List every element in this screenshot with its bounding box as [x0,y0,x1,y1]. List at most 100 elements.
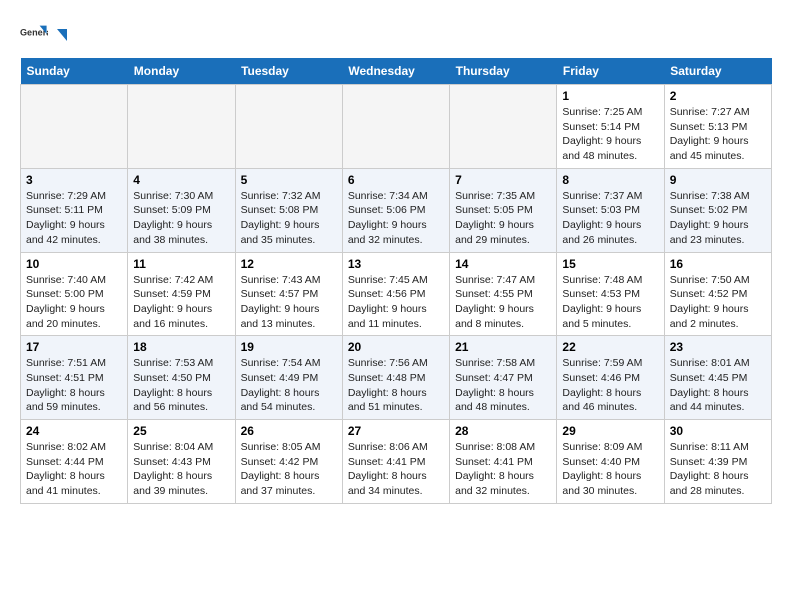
day-number: 6 [348,173,444,187]
header-cell-thursday: Thursday [450,58,557,85]
header-cell-monday: Monday [128,58,235,85]
day-cell: 30 Sunrise: 8:11 AMSunset: 4:39 PMDayligh… [664,420,771,504]
day-info: Sunrise: 8:06 AMSunset: 4:41 PMDaylight:… [348,440,444,499]
day-cell: 8 Sunrise: 7:37 AMSunset: 5:03 PMDaylight… [557,168,664,252]
day-number: 28 [455,424,551,438]
day-info: Sunrise: 7:51 AMSunset: 4:51 PMDaylight:… [26,356,122,415]
logo-arrow-icon [53,27,71,45]
day-number: 29 [562,424,658,438]
day-number: 2 [670,89,766,103]
day-number: 22 [562,340,658,354]
day-cell: 2 Sunrise: 7:27 AMSunset: 5:13 PMDaylight… [664,85,771,169]
day-number: 20 [348,340,444,354]
day-cell: 21 Sunrise: 7:58 AMSunset: 4:47 PMDayligh… [450,336,557,420]
day-cell: 6 Sunrise: 7:34 AMSunset: 5:06 PMDaylight… [342,168,449,252]
calendar-body: 1Sunrise: 7:25 AMSunset: 5:14 PMDaylight… [21,85,772,504]
day-cell: 14 Sunrise: 7:47 AMSunset: 4:55 PMDayligh… [450,252,557,336]
day-info: Sunrise: 7:27 AMSunset: 5:13 PMDaylight:… [670,105,766,164]
day-info: Sunrise: 7:34 AMSunset: 5:06 PMDaylight:… [348,189,444,248]
week-row-4: 17 Sunrise: 7:51 AMSunset: 4:51 PMDayligh… [21,336,772,420]
day-number: 26 [241,424,337,438]
day-number: 13 [348,257,444,271]
day-info: Sunrise: 7:47 AMSunset: 4:55 PMDaylight:… [455,273,551,332]
day-number: 1 [562,89,658,103]
day-cell: 27 Sunrise: 8:06 AMSunset: 4:41 PMDayligh… [342,420,449,504]
day-info: Sunrise: 7:30 AMSunset: 5:09 PMDaylight:… [133,189,229,248]
header: General [20,20,772,48]
day-number: 15 [562,257,658,271]
day-cell [128,85,235,169]
day-info: Sunrise: 7:54 AMSunset: 4:49 PMDaylight:… [241,356,337,415]
day-cell: 15 Sunrise: 7:48 AMSunset: 4:53 PMDayligh… [557,252,664,336]
day-info: Sunrise: 7:58 AMSunset: 4:47 PMDaylight:… [455,356,551,415]
day-number: 5 [241,173,337,187]
day-info: Sunrise: 7:42 AMSunset: 4:59 PMDaylight:… [133,273,229,332]
day-info: Sunrise: 8:01 AMSunset: 4:45 PMDaylight:… [670,356,766,415]
week-row-5: 24 Sunrise: 8:02 AMSunset: 4:44 PMDayligh… [21,420,772,504]
day-cell: 4 Sunrise: 7:30 AMSunset: 5:09 PMDaylight… [128,168,235,252]
day-number: 4 [133,173,229,187]
day-info: Sunrise: 8:02 AMSunset: 4:44 PMDaylight:… [26,440,122,499]
day-cell: 17 Sunrise: 7:51 AMSunset: 4:51 PMDayligh… [21,336,128,420]
day-info: Sunrise: 7:45 AMSunset: 4:56 PMDaylight:… [348,273,444,332]
header-cell-tuesday: Tuesday [235,58,342,85]
header-cell-wednesday: Wednesday [342,58,449,85]
week-row-2: 3 Sunrise: 7:29 AMSunset: 5:11 PMDaylight… [21,168,772,252]
day-number: 11 [133,257,229,271]
day-cell: 20 Sunrise: 7:56 AMSunset: 4:48 PMDayligh… [342,336,449,420]
day-info: Sunrise: 7:56 AMSunset: 4:48 PMDaylight:… [348,356,444,415]
day-number: 19 [241,340,337,354]
day-number: 24 [26,424,122,438]
day-info: Sunrise: 8:09 AMSunset: 4:40 PMDaylight:… [562,440,658,499]
day-cell: 13 Sunrise: 7:45 AMSunset: 4:56 PMDayligh… [342,252,449,336]
day-info: Sunrise: 8:04 AMSunset: 4:43 PMDaylight:… [133,440,229,499]
day-cell: 1Sunrise: 7:25 AMSunset: 5:14 PMDaylight… [557,85,664,169]
day-info: Sunrise: 8:08 AMSunset: 4:41 PMDaylight:… [455,440,551,499]
day-cell: 7 Sunrise: 7:35 AMSunset: 5:05 PMDaylight… [450,168,557,252]
day-cell: 5 Sunrise: 7:32 AMSunset: 5:08 PMDaylight… [235,168,342,252]
header-cell-saturday: Saturday [664,58,771,85]
logo-icon: General [20,20,48,48]
day-cell: 9 Sunrise: 7:38 AMSunset: 5:02 PMDaylight… [664,168,771,252]
calendar-header: SundayMondayTuesdayWednesdayThursdayFrid… [21,58,772,85]
header-row: SundayMondayTuesdayWednesdayThursdayFrid… [21,58,772,85]
day-info: Sunrise: 7:37 AMSunset: 5:03 PMDaylight:… [562,189,658,248]
day-number: 27 [348,424,444,438]
day-cell [21,85,128,169]
day-cell: 12Sunrise: 7:43 AMSunset: 4:57 PMDayligh… [235,252,342,336]
day-number: 10 [26,257,122,271]
day-cell: 10 Sunrise: 7:40 AMSunset: 5:00 PMDayligh… [21,252,128,336]
day-cell: 18Sunrise: 7:53 AMSunset: 4:50 PMDayligh… [128,336,235,420]
day-number: 16 [670,257,766,271]
day-info: Sunrise: 7:29 AMSunset: 5:11 PMDaylight:… [26,189,122,248]
calendar-table: SundayMondayTuesdayWednesdayThursdayFrid… [20,58,772,504]
day-info: Sunrise: 7:48 AMSunset: 4:53 PMDaylight:… [562,273,658,332]
day-number: 3 [26,173,122,187]
day-number: 17 [26,340,122,354]
day-info: Sunrise: 8:11 AMSunset: 4:39 PMDaylight:… [670,440,766,499]
day-cell: 16 Sunrise: 7:50 AMSunset: 4:52 PMDayligh… [664,252,771,336]
day-number: 7 [455,173,551,187]
day-cell [235,85,342,169]
day-cell: 28 Sunrise: 8:08 AMSunset: 4:41 PMDayligh… [450,420,557,504]
day-cell [450,85,557,169]
day-number: 18 [133,340,229,354]
day-info: Sunrise: 7:50 AMSunset: 4:52 PMDaylight:… [670,273,766,332]
day-info: Sunrise: 7:32 AMSunset: 5:08 PMDaylight:… [241,189,337,248]
day-number: 8 [562,173,658,187]
day-number: 9 [670,173,766,187]
day-cell: 3 Sunrise: 7:29 AMSunset: 5:11 PMDaylight… [21,168,128,252]
logo: General [20,20,72,48]
day-info: Sunrise: 7:59 AMSunset: 4:46 PMDaylight:… [562,356,658,415]
day-number: 21 [455,340,551,354]
day-cell: 23Sunrise: 8:01 AMSunset: 4:45 PMDayligh… [664,336,771,420]
day-number: 30 [670,424,766,438]
week-row-1: 1Sunrise: 7:25 AMSunset: 5:14 PMDaylight… [21,85,772,169]
day-info: Sunrise: 7:38 AMSunset: 5:02 PMDaylight:… [670,189,766,248]
day-cell: 22 Sunrise: 7:59 AMSunset: 4:46 PMDayligh… [557,336,664,420]
day-number: 14 [455,257,551,271]
day-cell: 29 Sunrise: 8:09 AMSunset: 4:40 PMDayligh… [557,420,664,504]
day-info: Sunrise: 7:35 AMSunset: 5:05 PMDaylight:… [455,189,551,248]
day-cell: 24 Sunrise: 8:02 AMSunset: 4:44 PMDayligh… [21,420,128,504]
day-info: Sunrise: 7:40 AMSunset: 5:00 PMDaylight:… [26,273,122,332]
